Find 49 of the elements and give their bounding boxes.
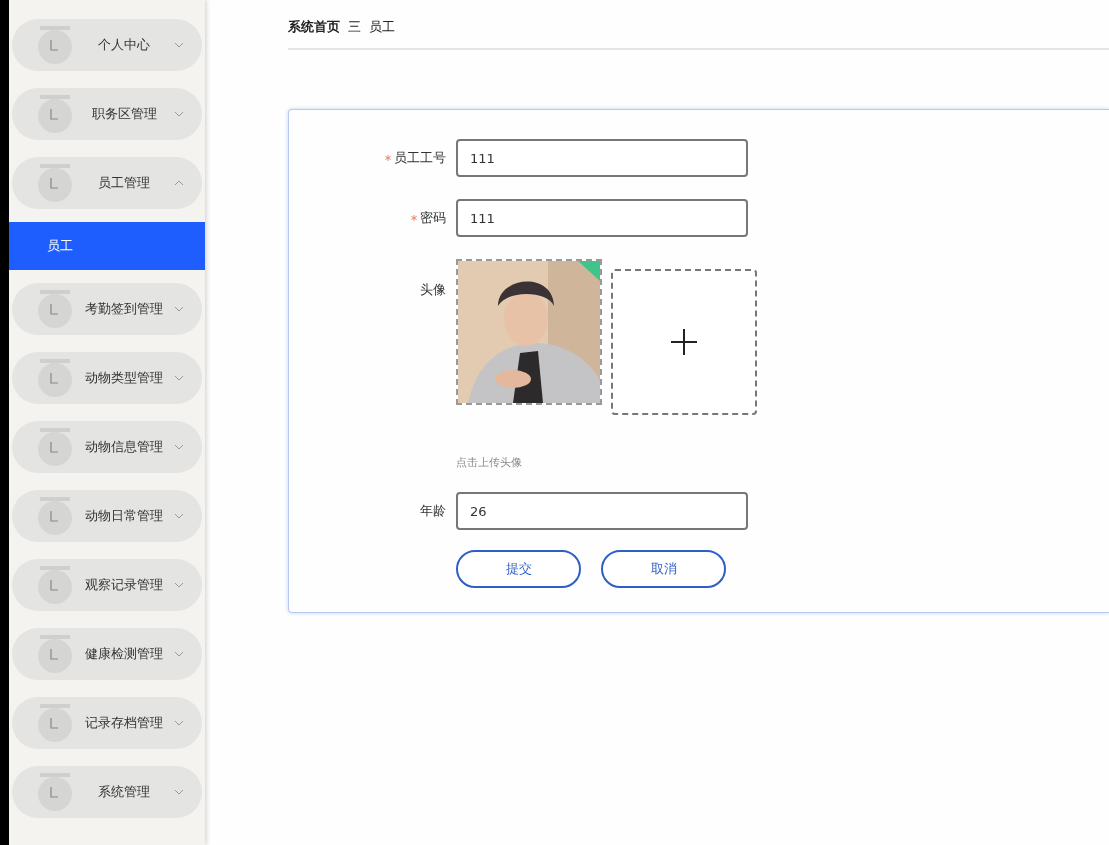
form-button[interactable]: 取消	[601, 550, 726, 588]
chevron-down-icon	[174, 111, 184, 117]
chevron-up-icon	[174, 180, 184, 186]
menu-icon	[36, 26, 74, 64]
menu-item[interactable]: 记录存档管理	[12, 697, 202, 749]
breadcrumb-item[interactable]: 系统首页	[288, 18, 340, 36]
menu-item[interactable]: 职务区管理	[12, 88, 202, 140]
menu-item[interactable]: 个人中心	[12, 19, 202, 71]
chevron-down-icon	[174, 444, 184, 450]
input-field[interactable]: 111	[456, 139, 748, 177]
menu-icon	[36, 95, 74, 133]
plus-icon	[670, 328, 698, 356]
menu-item[interactable]: 员工管理	[12, 157, 202, 209]
menu-icon	[36, 290, 74, 328]
menu-item[interactable]: 考勤签到管理	[12, 283, 202, 335]
menu-icon	[36, 566, 74, 604]
menu-icon	[36, 359, 74, 397]
field-label: 年龄	[420, 502, 446, 520]
menu-item[interactable]: 系统管理	[12, 766, 202, 818]
breadcrumb-item[interactable]: 员工	[369, 18, 395, 36]
field-label: 员工工号	[394, 149, 446, 167]
chevron-down-icon	[174, 720, 184, 726]
input-field[interactable]: 26	[456, 492, 748, 530]
menu-icon	[36, 428, 74, 466]
menu-item[interactable]: 动物类型管理	[12, 352, 202, 404]
chevron-down-icon	[174, 789, 184, 795]
field-label: 密码	[420, 209, 446, 227]
breadcrumb-separator: 三	[348, 18, 361, 36]
chevron-down-icon	[174, 513, 184, 519]
chevron-down-icon	[174, 42, 184, 48]
menu-item[interactable]: 动物日常管理	[12, 490, 202, 542]
menu-icon	[36, 773, 74, 811]
menu-item[interactable]: 健康检测管理	[12, 628, 202, 680]
menu-icon	[36, 497, 74, 535]
chevron-down-icon	[174, 306, 184, 312]
submenu-item[interactable]: 员工	[9, 222, 205, 270]
field-label: 头像	[420, 281, 446, 299]
menu-item[interactable]: 动物信息管理	[12, 421, 202, 473]
form-button[interactable]: 提交	[456, 550, 581, 588]
chevron-down-icon	[174, 375, 184, 381]
menu-item[interactable]: 观察记录管理	[12, 559, 202, 611]
input-field[interactable]: 111	[456, 199, 748, 237]
menu-icon	[36, 635, 74, 673]
upload-button[interactable]	[611, 269, 757, 415]
chevron-down-icon	[174, 651, 184, 657]
upload-hint: 点击上传头像	[456, 455, 523, 470]
chevron-down-icon	[174, 582, 184, 588]
menu-icon	[36, 164, 74, 202]
menu-icon	[36, 704, 74, 742]
